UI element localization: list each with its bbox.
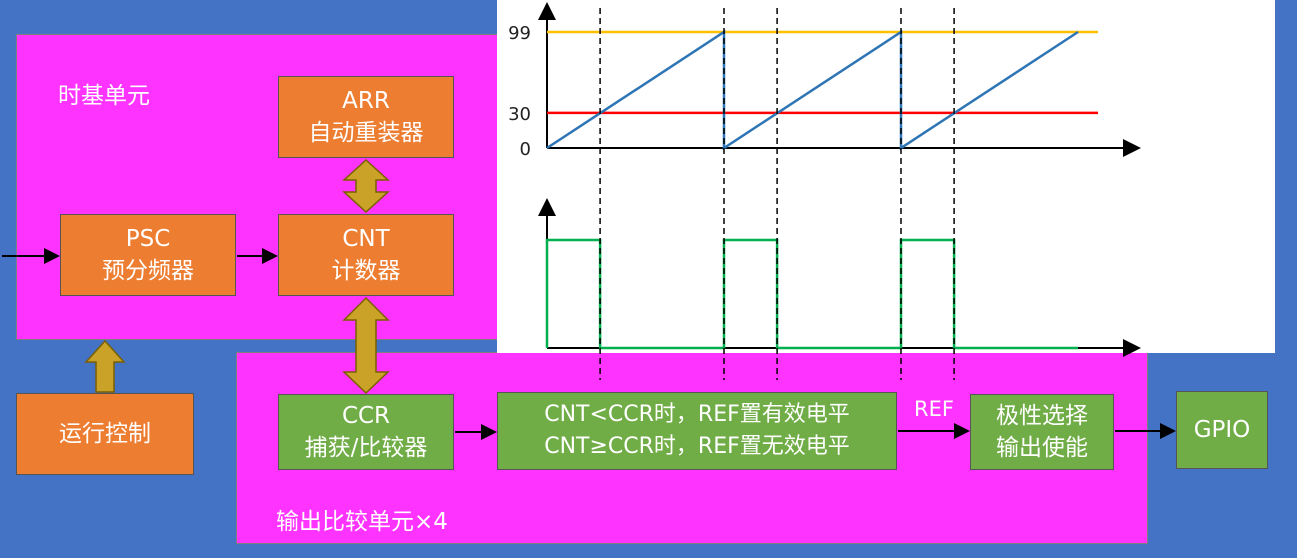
y-tick-label-99: 99 xyxy=(508,23,531,44)
y-tick-label-0: 0 xyxy=(520,139,531,160)
timing-chart-area: 99 30 0 xyxy=(497,0,1275,380)
timing-chart: 99 30 0 xyxy=(508,2,1141,380)
y-tick-label-30: 30 xyxy=(508,104,531,125)
arr-cnt-double-arrow xyxy=(342,158,390,214)
cnt-ccr-double-arrow xyxy=(342,296,390,395)
cnt-sawtooth-wave xyxy=(546,29,1079,151)
ref-pwm-wave xyxy=(545,238,1078,350)
run-control-up-arrow xyxy=(84,339,126,393)
